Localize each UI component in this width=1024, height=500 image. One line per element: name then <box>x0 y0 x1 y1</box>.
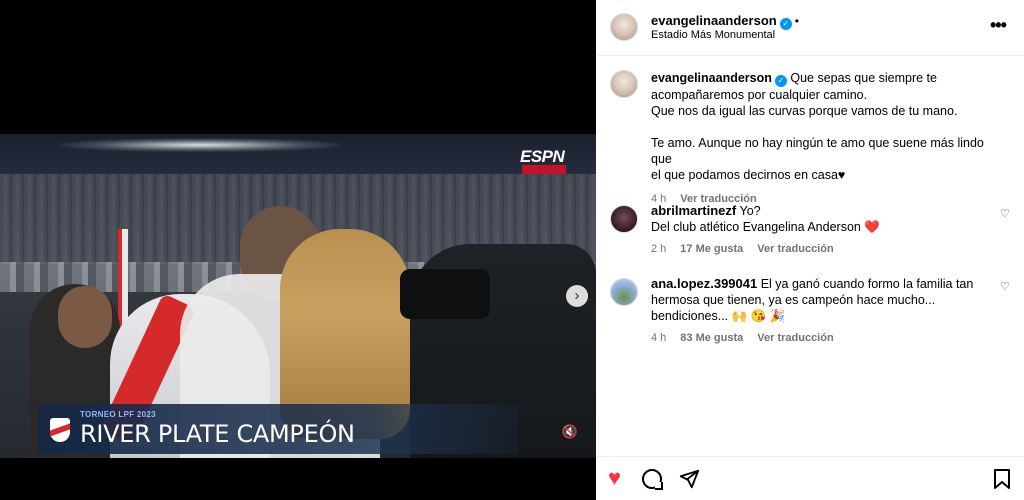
river-plate-crest-icon <box>50 418 70 442</box>
comment-like-icon[interactable]: ♡ <box>1000 207 1010 220</box>
post-header: evangelinaanderson ✓ • Estadio Más Monumen… <box>596 0 1024 56</box>
comment-body: ana.lopez.399041 El ya ganó cuando formo… <box>651 276 986 346</box>
comment-line: Del club atlético Evangelina Anderson ❤️ <box>651 220 880 234</box>
bookmark-shape-icon <box>994 469 1010 489</box>
verified-icon: ✓ <box>779 18 792 30</box>
espn-live-badge <box>522 165 566 174</box>
stadium-lights <box>60 138 340 152</box>
like-heart-icon[interactable]: ♥ <box>608 467 621 489</box>
next-media-button[interactable]: › <box>566 285 588 307</box>
author-line: evangelinaanderson ✓ • <box>651 12 799 30</box>
comment-line: bendiciones... 🙌 😘 🎉 <box>651 309 786 323</box>
comment-like-icon[interactable]: ♡ <box>1000 280 1010 293</box>
comment-line: hermosa que tienen, ya es campeón hace m… <box>651 293 936 307</box>
caption-line: Te amo. Aunque no hay ningún te amo que … <box>651 136 984 166</box>
post-media: ESPN TORNEO LPF 2023 RIVER PLATE CAMPEÓN… <box>0 0 596 500</box>
comment-meta: 4 h 83 Me gusta Ver traducción <box>651 330 986 346</box>
comment-meta: 2 h 17 Me gusta Ver traducción <box>651 241 986 257</box>
caption-text: evangelinaanderson ✓ Que sepas que siempr… <box>651 70 1001 207</box>
tv-camera <box>400 269 490 319</box>
comment-translate-link[interactable]: Ver traducción <box>757 243 833 255</box>
caption-line: Que sepas que siempre te <box>790 71 937 85</box>
share-icon[interactable] <box>678 468 700 494</box>
verified-icon: ✓ <box>774 75 787 87</box>
bookmark-icon[interactable] <box>992 468 1012 494</box>
caption-line: el que podamos decirnos en casa♥ <box>651 168 846 182</box>
commenter-avatar[interactable] <box>610 205 638 233</box>
caption-avatar[interactable] <box>610 70 638 98</box>
video-headline: RIVER PLATE CAMPEÓN <box>80 420 355 448</box>
post-side-panel: evangelinaanderson ✓ • Estadio Más Monumen… <box>596 0 1024 500</box>
spectator-face <box>58 286 112 348</box>
share-paper-plane-icon <box>679 469 700 489</box>
comment-body: abrilmartinezf Yo? Del club atlético Eva… <box>651 203 986 257</box>
post-location[interactable]: Estadio Más Monumental <box>651 29 775 41</box>
commenter-username[interactable]: ana.lopez.399041 <box>651 276 757 291</box>
caption-line: Que nos da igual las curvas porque vamos… <box>651 104 958 118</box>
comment-time: 4 h <box>651 332 667 344</box>
comment-translate-link[interactable]: Ver traducción <box>757 332 833 344</box>
comment-line: Yo? <box>739 204 761 218</box>
comment-likes[interactable]: 83 Me gusta <box>680 332 743 344</box>
comment-time: 2 h <box>651 243 667 255</box>
author-avatar[interactable] <box>610 13 638 41</box>
comment-line: El ya ganó cuando formo la familia tan <box>760 277 974 291</box>
post-action-bar: ♥ <box>596 456 1024 500</box>
mute-icon[interactable]: 🔇 <box>560 422 580 442</box>
separator-dot: • <box>794 14 799 28</box>
commenter-avatar[interactable] <box>610 278 638 306</box>
tournament-label: TORNEO LPF 2023 <box>80 410 156 419</box>
espn-logo: ESPN <box>520 147 565 166</box>
caption-username[interactable]: evangelinaanderson <box>651 71 772 85</box>
caption-line: acompañaremos por cualquier camino. <box>651 88 868 102</box>
author-username[interactable]: evangelinaanderson <box>651 13 777 28</box>
comment-likes[interactable]: 17 Me gusta <box>680 243 743 255</box>
comment-bubble-icon[interactable] <box>642 469 663 490</box>
more-options-icon[interactable]: ••• <box>990 15 1007 36</box>
commenter-username[interactable]: abrilmartinezf <box>651 203 736 218</box>
